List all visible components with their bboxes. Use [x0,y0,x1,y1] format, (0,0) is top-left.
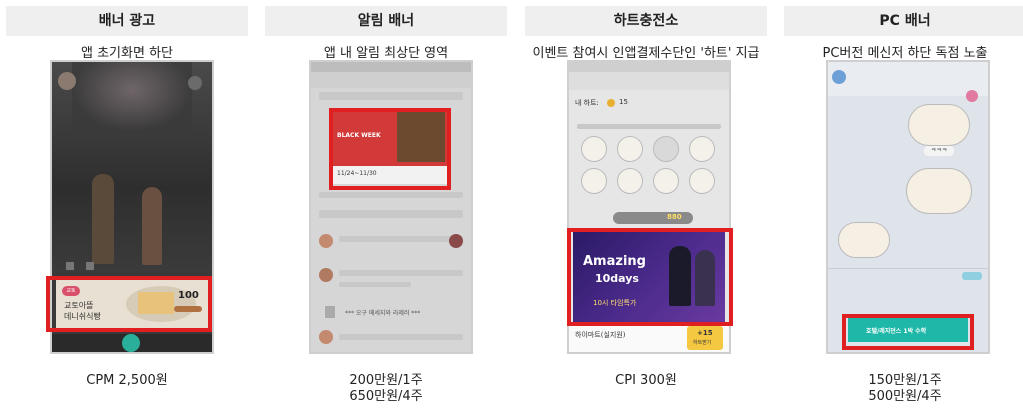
heart-count: 15 [619,98,628,106]
sticker[interactable] [617,136,643,162]
price-line: 650만원/4주 [349,389,423,404]
divider [828,268,988,269]
heart-coin-icon [607,99,615,107]
pc-messenger-mock: ㅋㅋㅋ 호텔/레지던스 1박 수학 [826,60,990,354]
menu-icon[interactable] [86,262,94,270]
sticker[interactable] [689,168,715,194]
sticker[interactable] [653,136,679,162]
nav-bar [569,72,729,90]
reward-label: 하트받기 [693,340,712,346]
column-title: 배너 광고 [6,6,248,36]
sticker[interactable] [617,168,643,194]
avatar [319,330,333,344]
sticker[interactable] [689,136,715,162]
blossom-tree [72,62,192,132]
character-sticker [838,222,890,258]
column-heart-station: 하트충전소 이벤트 참여시 인앱결제수단인 '하트' 지급 [525,6,767,63]
person-figure [92,174,114,264]
status-bar [569,62,729,72]
coin-value: 880 [667,213,682,221]
list-item [319,92,463,100]
document-icon [325,306,335,318]
highlight-box [567,228,733,326]
column-pc-banner: PC 배너 PC버전 메신저 하단 독점 노출 [784,6,1023,63]
send-button[interactable] [962,272,982,280]
heart-label: 내 하트: [575,99,599,107]
price-line: 200만원/1주 [349,373,423,388]
list-item [319,192,463,198]
store-name: 하이마트(실지원) [575,331,626,339]
avatar-small[interactable] [188,76,202,90]
price-info: 200만원/1주 650만원/4주 [265,373,507,405]
list-item [319,210,463,218]
sticker[interactable] [581,168,607,194]
avatar[interactable] [58,72,76,90]
price-info: 150만원/1주 500만원/4주 [784,373,1023,405]
column-notification-banner: 알림 배너 앱 내 알림 최상단 영역 [265,6,507,63]
avatar [319,234,333,248]
reward-amount: +15 [697,329,713,337]
column-title: PC 배너 [784,6,1023,36]
price-info: CPI 300원 [525,373,767,389]
avatar-small [966,90,978,102]
list-item [339,282,411,287]
chat-header [828,62,988,96]
nav-bar [311,72,471,88]
list-footer: *** 오구 메세지와 라제러 *** [345,310,421,317]
store-row[interactable]: 하이마트(실지원) +15 하트받기 [569,324,729,352]
list-item [577,124,721,129]
highlight-box [46,276,212,332]
list-item [339,236,463,242]
highlight-box [842,314,974,350]
character-sticker [908,104,970,146]
avatar [319,268,333,282]
status-bar [311,62,471,72]
sticker[interactable] [581,136,607,162]
menu-icon[interactable] [66,262,74,270]
price-line: 500만원/4주 [868,389,942,404]
sticker[interactable] [653,168,679,194]
list-item [339,334,463,340]
highlight-box [329,108,451,190]
person-figure [142,187,162,265]
price-line: CPM 2,500원 [86,373,168,388]
avatar [832,70,846,84]
price-line: 150만원/1주 [868,373,942,388]
avatar [449,234,463,248]
price-info: CPM 2,500원 [6,373,248,389]
column-title: 하트충전소 [525,6,767,36]
price-line: CPI 300원 [615,373,677,388]
column-banner-ad: 배너 광고 앱 초기화면 하단 [6,6,248,63]
column-title: 알림 배너 [265,6,507,36]
character-sticker [906,168,972,214]
list-item [339,270,463,276]
chat-bubble: ㅋㅋㅋ [924,146,954,156]
home-button[interactable] [122,334,140,352]
phone-mock-notification: BLACK WEEK 11/24~11/30 *** 오구 메세지와 라제러 *… [309,60,473,354]
